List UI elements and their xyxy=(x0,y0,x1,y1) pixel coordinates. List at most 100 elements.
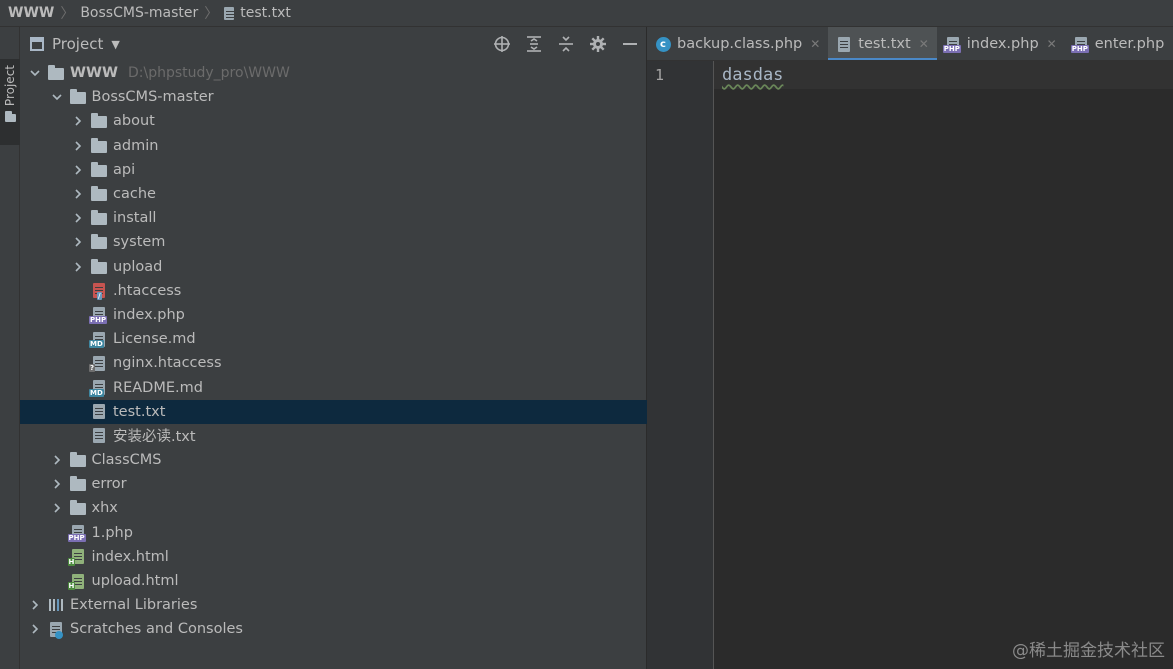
chevron-right-icon[interactable] xyxy=(71,211,85,225)
tree-node[interactable]: PHP index.php xyxy=(20,303,647,327)
tree-node-label: test.txt xyxy=(113,403,166,420)
chevron-right-icon[interactable] xyxy=(28,598,42,612)
tree-node[interactable]: cache xyxy=(20,182,647,206)
dropdown-caret-icon[interactable]: ▼ xyxy=(111,38,119,51)
tree-node[interactable]: system xyxy=(20,230,647,254)
project-view-selector[interactable]: Project xyxy=(52,35,103,53)
chevron-right-icon[interactable] xyxy=(71,163,85,177)
text-file-icon xyxy=(224,6,235,20)
folder-icon xyxy=(91,258,107,275)
editor-area: c backup.class.php ✕ test.txt ✕ PHP index.php ✕… xyxy=(647,27,1173,669)
editor-tab[interactable]: test.txt ✕ xyxy=(828,27,938,60)
tree-node-label: xhx xyxy=(91,500,118,517)
collapse-all-icon[interactable] xyxy=(557,35,575,53)
editor-tab-bar: c backup.class.php ✕ test.txt ✕ PHP index.php ✕… xyxy=(647,27,1173,61)
folder-icon xyxy=(91,161,107,178)
editor-tab[interactable]: c backup.class.php ✕ xyxy=(647,27,828,60)
breadcrumb-item[interactable]: WWW xyxy=(8,5,54,21)
close-icon[interactable]: ✕ xyxy=(810,37,820,51)
chevron-down-icon[interactable] xyxy=(28,66,42,80)
chevron-right-icon[interactable] xyxy=(71,187,85,201)
tree-node[interactable]: WWW D:\phpstudy_pro\WWW xyxy=(20,61,647,85)
tree-node[interactable]: MD README.md xyxy=(20,375,647,399)
markdown-file-icon: MD xyxy=(89,380,107,397)
tree-node[interactable]: Hupload.html xyxy=(20,569,647,593)
tree-node[interactable]: ClassCMS xyxy=(20,448,647,472)
tree-node-label: 1.php xyxy=(91,524,133,541)
htaccess-file-icon: / xyxy=(91,283,107,300)
tree-node[interactable]: ? nginx.htaccess xyxy=(20,351,647,375)
folder-icon xyxy=(69,500,86,516)
tree-node[interactable]: about xyxy=(20,109,647,133)
project-panel: Project ▼ WWW D:\phpstudy_pro\WWW BossCMS-… xyxy=(20,27,647,669)
tree-node-label: WWW xyxy=(70,65,118,82)
tree-node-label: Scratches and Consoles xyxy=(70,621,243,638)
html-file-icon: H xyxy=(67,573,86,591)
chevron-right-icon[interactable] xyxy=(50,501,64,515)
libraries-icon xyxy=(48,597,64,613)
tree-node-label: error xyxy=(91,476,127,493)
php-file-icon: PHP xyxy=(67,525,86,542)
tree-node[interactable]: install xyxy=(20,206,647,230)
tree-node[interactable]: admin xyxy=(20,134,647,158)
tree-node[interactable]: External Libraries xyxy=(20,593,647,617)
expand-all-icon[interactable] xyxy=(525,35,543,53)
chevron-right-icon[interactable] xyxy=(71,114,85,128)
text-file-icon xyxy=(91,404,107,420)
tree-node-path: D:\phpstudy_pro\WWW xyxy=(127,65,290,82)
tree-node-label: License.md xyxy=(113,331,196,348)
line-number-gutter: 1 xyxy=(647,61,714,669)
chevron-right-icon[interactable] xyxy=(50,477,64,491)
tree-node[interactable]: api xyxy=(20,158,647,182)
folder-icon xyxy=(91,210,107,226)
tree-node[interactable]: PHP 1.php xyxy=(20,521,647,545)
editor-tab[interactable]: PHP enter.php xyxy=(1065,27,1173,60)
close-icon[interactable]: ✕ xyxy=(1047,37,1057,51)
breadcrumb-item[interactable]: BossCMS-master xyxy=(80,5,198,21)
chevron-right-icon[interactable] xyxy=(28,622,42,636)
tree-node[interactable]: Scratches and Consoles xyxy=(20,617,647,641)
gear-icon[interactable] xyxy=(589,35,607,53)
editor-tab[interactable]: PHP index.php ✕ xyxy=(937,27,1065,60)
tree-node[interactable]: / .htaccess xyxy=(20,279,647,303)
chevron-right-icon[interactable] xyxy=(71,260,85,274)
code-line[interactable]: dasdas xyxy=(722,65,783,85)
project-tool-button[interactable]: Project xyxy=(0,59,20,145)
editor-tab-label: index.php xyxy=(966,36,1039,52)
editor-tab-label: backup.class.php xyxy=(677,36,803,52)
locate-icon[interactable] xyxy=(493,35,511,53)
folder-icon xyxy=(4,111,16,123)
folder-icon xyxy=(91,186,107,202)
tree-node-label: README.md xyxy=(113,379,203,396)
minimize-icon[interactable] xyxy=(621,35,639,53)
breadcrumb-separator-icon: 〉 xyxy=(204,6,219,22)
tree-node[interactable]: upload xyxy=(20,255,647,279)
tree-node[interactable]: MD License.md xyxy=(20,327,647,351)
tree-node-label: BossCMS-master xyxy=(91,89,214,106)
tree-node[interactable]: test.txt xyxy=(20,399,647,424)
chevron-down-icon[interactable] xyxy=(50,90,64,104)
php-class-icon: c xyxy=(655,36,671,52)
panel-toolbar xyxy=(493,27,639,61)
chevron-right-icon[interactable] xyxy=(71,235,85,249)
chevron-right-icon[interactable] xyxy=(71,139,85,153)
tree-node[interactable]: 安装必读.txt xyxy=(20,424,647,448)
close-icon[interactable]: ✕ xyxy=(919,37,929,51)
editor-tab-label: test.txt xyxy=(858,36,911,52)
code-editor[interactable]: dasdas xyxy=(714,61,1173,669)
tree-node[interactable]: Hindex.html xyxy=(20,545,647,569)
chevron-right-icon[interactable] xyxy=(50,453,64,467)
breadcrumb-item[interactable]: test.txt xyxy=(240,5,291,21)
tree-node-label: index.php xyxy=(113,306,185,323)
tree-node[interactable]: BossCMS-master xyxy=(20,85,647,109)
tree-node[interactable]: error xyxy=(20,472,647,496)
tree-node[interactable]: xhx xyxy=(20,496,647,520)
watermark: @稀土掘金技术社区 xyxy=(1012,641,1165,661)
